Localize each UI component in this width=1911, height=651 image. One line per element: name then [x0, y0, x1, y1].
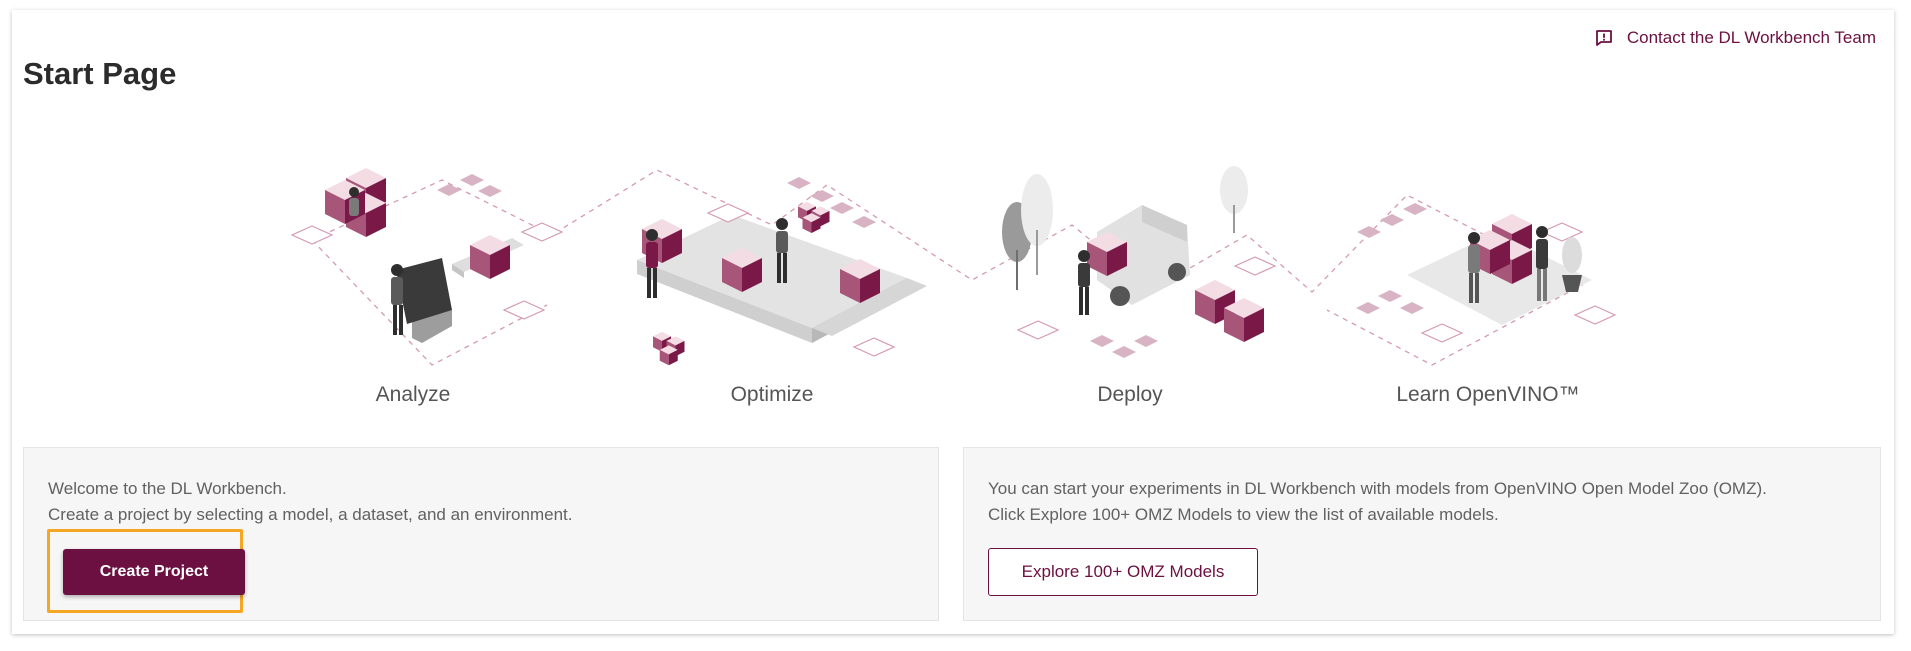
contact-team-link[interactable]: Contact the DL Workbench Team	[1595, 28, 1876, 48]
start-page: Contact the DL Workbench Team Start Page	[12, 10, 1894, 634]
analyze-illustration	[291, 168, 563, 343]
create-project-button[interactable]: Create Project	[63, 549, 245, 595]
optimize-illustration	[637, 177, 927, 366]
feature-label-optimize: Optimize	[730, 383, 814, 406]
deploy-illustration	[1002, 166, 1276, 358]
create-project-hint: Create a project by selecting a model, a…	[48, 505, 573, 524]
feature-label-analyze: Analyze	[375, 383, 451, 406]
feature-label-deploy: Deploy	[1097, 383, 1163, 406]
contact-team-label: Contact the DL Workbench Team	[1626, 28, 1876, 47]
omz-models-card: You can start your experiments in DL Wor…	[963, 447, 1881, 621]
feedback-icon	[1595, 30, 1612, 46]
workflow-illustration	[291, 166, 1616, 366]
create-project-card: Welcome to the DL Workbench. Create a pr…	[23, 447, 939, 621]
feature-label-learn-openvino: Learn OpenVINO™	[1396, 383, 1580, 406]
omz-hint-text: Click Explore 100+ OMZ Models to view th…	[988, 505, 1499, 524]
welcome-text: Welcome to the DL Workbench.	[48, 479, 287, 498]
explore-omz-models-button[interactable]: Explore 100+ OMZ Models	[988, 548, 1258, 596]
omz-intro-text: You can start your experiments in DL Wor…	[988, 479, 1767, 498]
learn-openvino-illustration	[1356, 203, 1616, 343]
page-title: Start Page	[23, 56, 177, 91]
create-project-highlight: Create Project	[47, 529, 245, 613]
